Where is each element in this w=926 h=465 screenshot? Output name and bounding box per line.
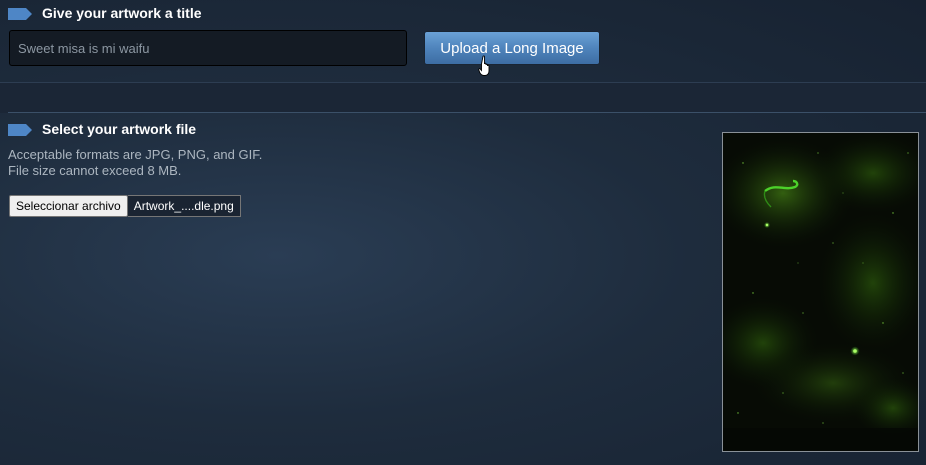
accepted-formats-text: Acceptable formats are JPG, PNG, and GIF… xyxy=(8,147,263,162)
tag-icon xyxy=(8,124,32,136)
section-separator-band xyxy=(0,82,926,113)
file-size-limit-text: File size cannot exceed 8 MB. xyxy=(8,163,182,178)
title-section-heading: Give your artwork a title xyxy=(42,5,202,21)
artwork-preview-image xyxy=(722,132,919,452)
file-picker[interactable]: Seleccionar archivo Artwork_....dle.png xyxy=(9,195,241,217)
choose-file-button[interactable]: Seleccionar archivo xyxy=(9,195,128,217)
hand-cursor-icon xyxy=(478,55,494,77)
artwork-title-input[interactable] xyxy=(9,30,407,66)
tag-icon xyxy=(8,8,32,20)
file-section-heading: Select your artwork file xyxy=(42,121,197,137)
selected-file-name: Artwork_....dle.png xyxy=(127,195,241,217)
upload-long-image-button[interactable]: Upload a Long Image xyxy=(425,32,599,64)
section-divider xyxy=(8,112,926,113)
